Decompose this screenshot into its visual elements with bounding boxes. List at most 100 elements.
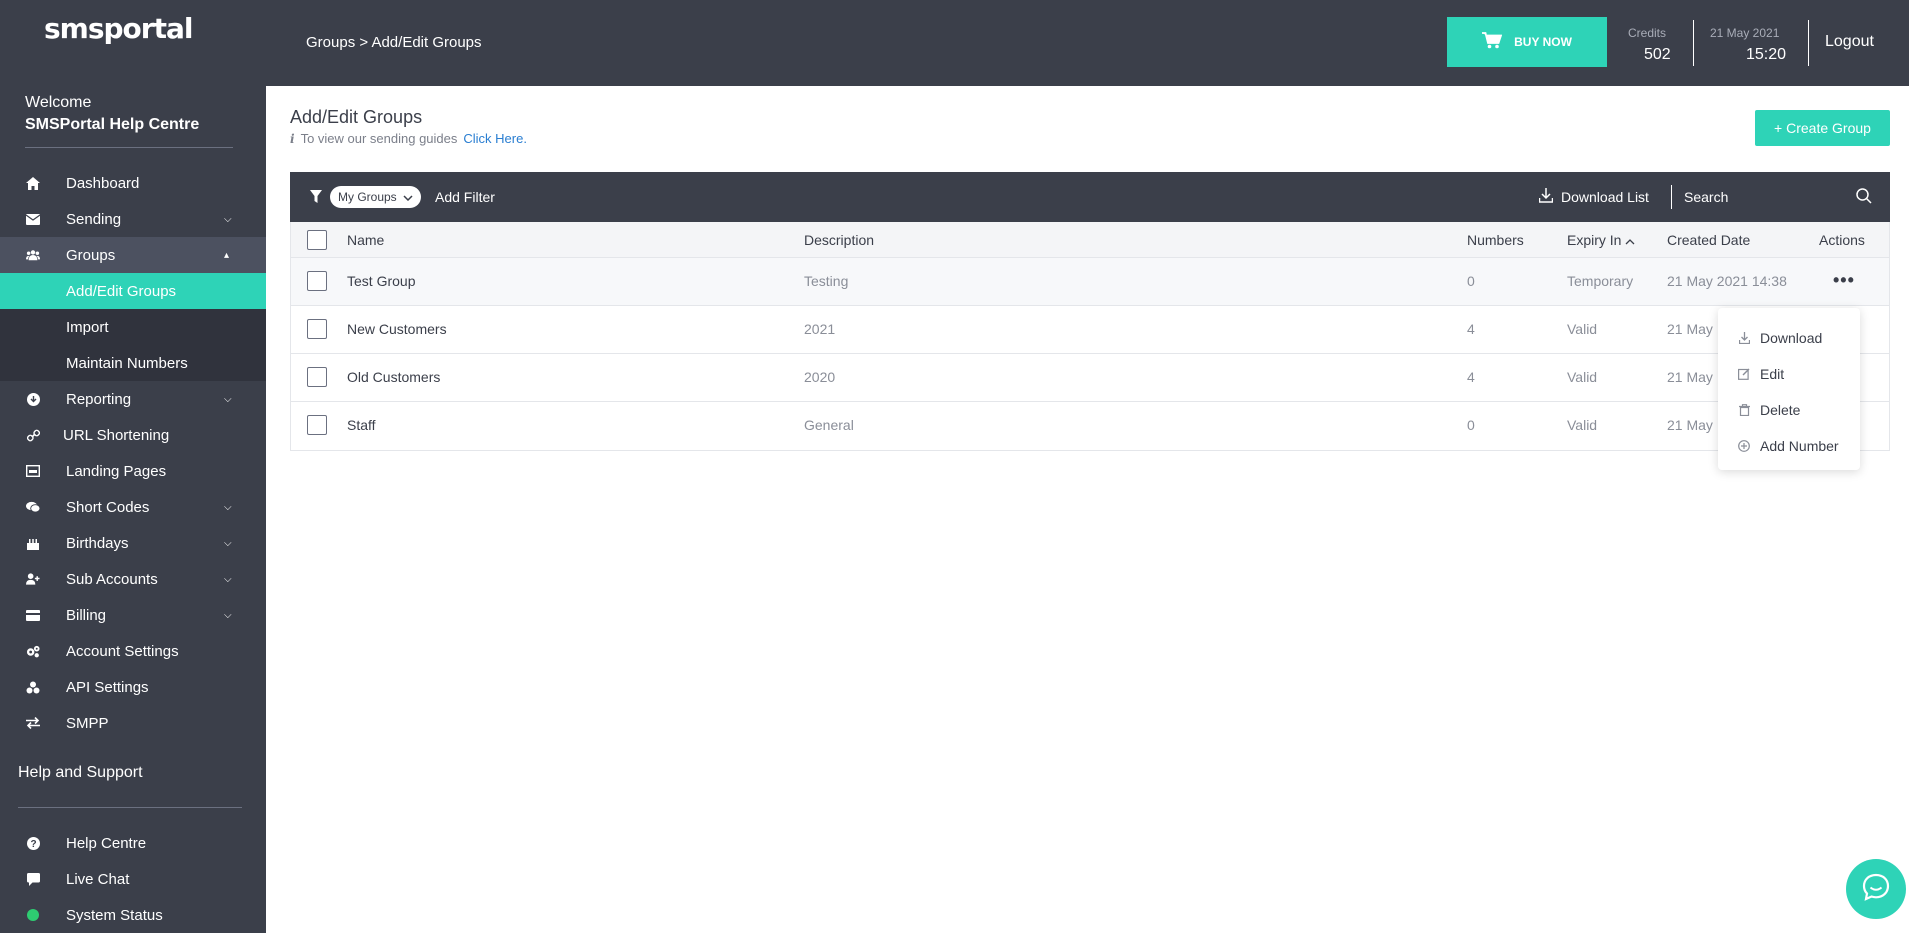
credits-value: 502 bbox=[1644, 46, 1671, 63]
download-list-button[interactable]: Download List bbox=[1538, 188, 1649, 206]
sidebar-item-label: URL Shortening bbox=[63, 426, 170, 444]
sidebar-item-reporting[interactable]: Reporting ⌵ bbox=[0, 381, 266, 417]
group-numbers: 4 bbox=[1467, 369, 1475, 385]
group-numbers: 4 bbox=[1467, 321, 1475, 337]
sidebar-item-label: Sending bbox=[66, 210, 122, 228]
sidebar-item-sub-accounts[interactable]: Sub Accounts ⌵ bbox=[0, 561, 266, 597]
group-description: 2021 bbox=[804, 321, 836, 337]
search-icon[interactable] bbox=[1856, 188, 1872, 209]
speech-icon bbox=[26, 872, 40, 886]
group-expiry: Valid bbox=[1567, 369, 1598, 385]
sidebar-item-billing[interactable]: Billing ⌵ bbox=[0, 597, 266, 633]
group-created-date: 21 May 2021 14:38 bbox=[1667, 273, 1787, 289]
sidebar-item-label: Import bbox=[66, 318, 109, 336]
sidebar-item-live-chat[interactable]: Live Chat bbox=[0, 861, 266, 897]
menu-item-add-number[interactable]: Add Number bbox=[1718, 428, 1860, 464]
buy-now-button[interactable]: BUY NOW bbox=[1447, 17, 1607, 67]
menu-item-label: Add Number bbox=[1760, 438, 1839, 454]
smsportal-logo[interactable]: smsportal bbox=[44, 12, 193, 45]
chevron-down-icon bbox=[403, 190, 413, 204]
more-actions-icon[interactable]: ••• bbox=[1833, 270, 1855, 291]
column-header-expiry[interactable]: Expiry In bbox=[1567, 232, 1635, 248]
time-value: 15:20 bbox=[1746, 46, 1787, 63]
table-row[interactable]: Old Customers 2020 4 Valid 21 May bbox=[291, 354, 1889, 402]
sidebar-item-label: System Status bbox=[66, 906, 163, 924]
column-header-numbers[interactable]: Numbers bbox=[1467, 232, 1524, 248]
sidebar-item-dashboard[interactable]: Dashboard bbox=[0, 165, 266, 201]
sidebar-item-label: Dashboard bbox=[66, 174, 140, 192]
menu-item-label: Edit bbox=[1760, 366, 1785, 382]
sidebar-item-sending[interactable]: Sending ⌵ bbox=[0, 201, 266, 237]
sidebar-item-label: Maintain Numbers bbox=[66, 354, 188, 372]
group-name: Old Customers bbox=[347, 369, 441, 385]
sidebar-item-maintain-numbers[interactable]: Maintain Numbers bbox=[0, 345, 266, 381]
sidebar-item-account-settings[interactable]: Account Settings bbox=[0, 633, 266, 669]
live-chat-button[interactable] bbox=[1846, 859, 1906, 919]
my-groups-filter-chip[interactable]: My Groups bbox=[330, 186, 421, 208]
sidebar-item-groups[interactable]: Groups ▴ bbox=[0, 237, 266, 273]
sidebar-item-birthdays[interactable]: Birthdays ⌵ bbox=[0, 525, 266, 561]
user-plus-icon bbox=[26, 572, 40, 586]
filter-chip-label: My Groups bbox=[338, 190, 397, 204]
column-header-name[interactable]: Name bbox=[347, 232, 384, 248]
chevron-down-icon: ⌵ bbox=[224, 609, 232, 621]
chevron-down-icon: ⌵ bbox=[224, 537, 232, 549]
guide-text: To view our sending guides bbox=[300, 131, 458, 146]
sidebar-item-api-settings[interactable]: API Settings bbox=[0, 669, 266, 705]
download-icon bbox=[1738, 332, 1750, 344]
sidebar-item-system-status[interactable]: System Status bbox=[0, 897, 266, 933]
row-checkbox[interactable] bbox=[307, 319, 327, 339]
group-numbers: 0 bbox=[1467, 273, 1475, 289]
menu-item-delete[interactable]: Delete bbox=[1718, 392, 1860, 428]
top-bar: Groups > Add/Edit Groups BUY NOW Credits… bbox=[266, 0, 1909, 86]
api-icon bbox=[26, 680, 40, 694]
sidebar-item-help-centre[interactable]: ? Help Centre bbox=[0, 825, 266, 861]
sidebar-divider bbox=[25, 147, 233, 148]
sidebar-item-label: Birthdays bbox=[66, 534, 129, 552]
sidebar: smsportal Welcome SMSPortal Help Centre … bbox=[0, 0, 266, 933]
groups-submenu: Add/Edit Groups Import Maintain Numbers bbox=[0, 273, 266, 381]
users-icon bbox=[26, 248, 40, 262]
row-actions-menu: Download Edit Delete Add Number bbox=[1718, 308, 1860, 470]
sidebar-item-label: Groups bbox=[66, 246, 116, 264]
row-checkbox[interactable] bbox=[307, 271, 327, 291]
sidebar-item-import[interactable]: Import bbox=[0, 309, 266, 345]
table-row[interactable]: Staff General 0 Valid 21 May bbox=[291, 402, 1889, 450]
sidebar-item-add-edit-groups[interactable]: Add/Edit Groups bbox=[0, 273, 266, 309]
sidebar-item-landing-pages[interactable]: Landing Pages bbox=[0, 453, 266, 489]
sidebar-item-smpp[interactable]: SMPP bbox=[0, 705, 266, 741]
user-name: SMSPortal Help Centre bbox=[25, 116, 200, 133]
chevron-down-icon: ⌵ bbox=[224, 213, 232, 225]
row-checkbox[interactable] bbox=[307, 367, 327, 387]
expiry-header-label: Expiry In bbox=[1567, 232, 1622, 248]
divider bbox=[1808, 20, 1809, 66]
column-header-created-date[interactable]: Created Date bbox=[1667, 232, 1750, 248]
help-support-title: Help and Support bbox=[18, 764, 143, 781]
guide-line: i To view our sending guides Click Here. bbox=[290, 131, 527, 146]
add-filter-button[interactable]: Add Filter bbox=[435, 189, 495, 205]
click-here-link[interactable]: Click Here. bbox=[463, 131, 527, 146]
select-all-checkbox[interactable] bbox=[307, 230, 327, 250]
filter-icon[interactable] bbox=[310, 190, 322, 209]
logout-link[interactable]: Logout bbox=[1825, 33, 1874, 51]
create-group-button[interactable]: + Create Group bbox=[1755, 110, 1890, 146]
row-checkbox[interactable] bbox=[307, 415, 327, 435]
cart-icon bbox=[1482, 32, 1503, 52]
sidebar-item-url-shortening[interactable]: URL Shortening bbox=[0, 417, 266, 453]
download-icon bbox=[1538, 188, 1554, 206]
menu-item-download[interactable]: Download bbox=[1718, 320, 1860, 356]
group-created-date: 21 May bbox=[1667, 321, 1713, 337]
table-row[interactable]: Test Group Testing 0 Temporary 21 May 20… bbox=[291, 258, 1889, 306]
table-toolbar: My Groups Add Filter Download List bbox=[290, 172, 1890, 222]
edit-icon bbox=[1738, 368, 1750, 380]
table-row[interactable]: New Customers 2021 4 Valid 21 May bbox=[291, 306, 1889, 354]
search-input[interactable] bbox=[1684, 184, 1834, 210]
chevron-down-icon: ⌵ bbox=[224, 501, 232, 513]
menu-item-edit[interactable]: Edit bbox=[1718, 356, 1860, 392]
column-header-description[interactable]: Description bbox=[804, 232, 874, 248]
divider bbox=[1693, 20, 1694, 66]
credits-label: Credits bbox=[1628, 26, 1667, 40]
group-name: Staff bbox=[347, 417, 376, 433]
sidebar-item-short-codes[interactable]: Short Codes ⌵ bbox=[0, 489, 266, 525]
envelope-icon bbox=[26, 212, 40, 226]
